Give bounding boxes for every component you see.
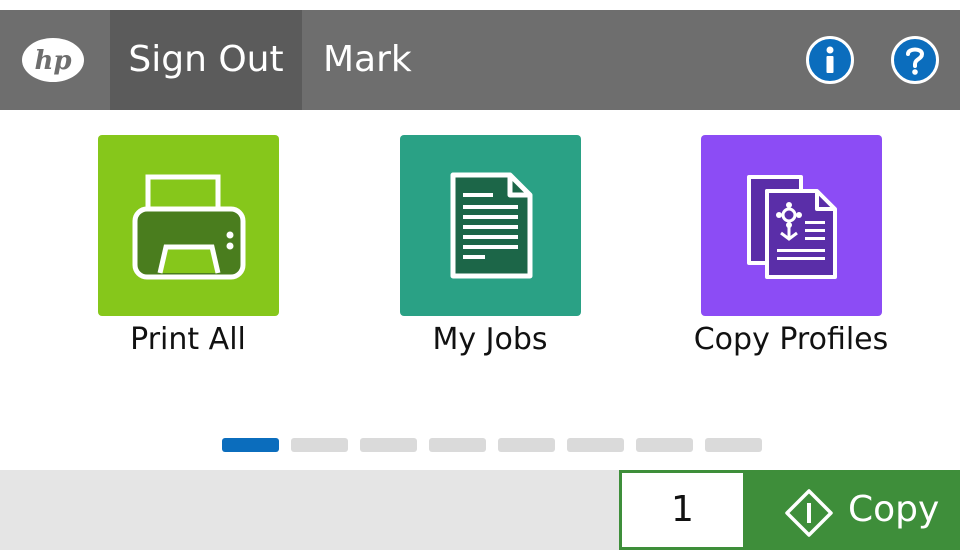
hp-logo: hp: [22, 38, 84, 82]
page-dot-3[interactable]: [360, 438, 417, 452]
page-dot-6[interactable]: [567, 438, 624, 452]
copy-profiles-icon: [747, 175, 837, 279]
print-all-label[interactable]: Print All: [58, 322, 318, 357]
copy-label: Copy: [848, 489, 940, 530]
user-name: Mark: [323, 39, 412, 80]
info-icon: [826, 46, 834, 73]
page-dot-4[interactable]: [429, 438, 486, 452]
svg-text:hp: hp: [34, 46, 71, 76]
print-all-tile[interactable]: [98, 135, 279, 316]
page-dot-7[interactable]: [636, 438, 693, 452]
copy-profiles-tile[interactable]: [701, 135, 882, 316]
page-indicator: [222, 438, 762, 452]
page-dot-8[interactable]: [705, 438, 762, 452]
my-jobs-tile[interactable]: [400, 135, 581, 316]
page-dot-5[interactable]: [498, 438, 555, 452]
copies-field[interactable]: 1: [619, 470, 746, 550]
copy-profiles-label[interactable]: Copy Profiles: [661, 322, 921, 357]
sign-out-button[interactable]: Sign Out: [110, 10, 302, 110]
document-icon: [450, 172, 533, 279]
start-diamond-icon: [785, 489, 833, 537]
info-button[interactable]: [806, 36, 854, 84]
top-bar: hp Sign Out Mark: [0, 10, 960, 110]
printer-icon: [132, 174, 246, 280]
help-button[interactable]: [891, 36, 939, 84]
page-dot-1[interactable]: [222, 438, 279, 452]
copy-button[interactable]: Copy: [746, 470, 960, 550]
page-dot-2[interactable]: [291, 438, 348, 452]
sign-out-label: Sign Out: [128, 39, 284, 80]
my-jobs-label[interactable]: My Jobs: [360, 322, 620, 357]
help-icon: [906, 47, 925, 75]
